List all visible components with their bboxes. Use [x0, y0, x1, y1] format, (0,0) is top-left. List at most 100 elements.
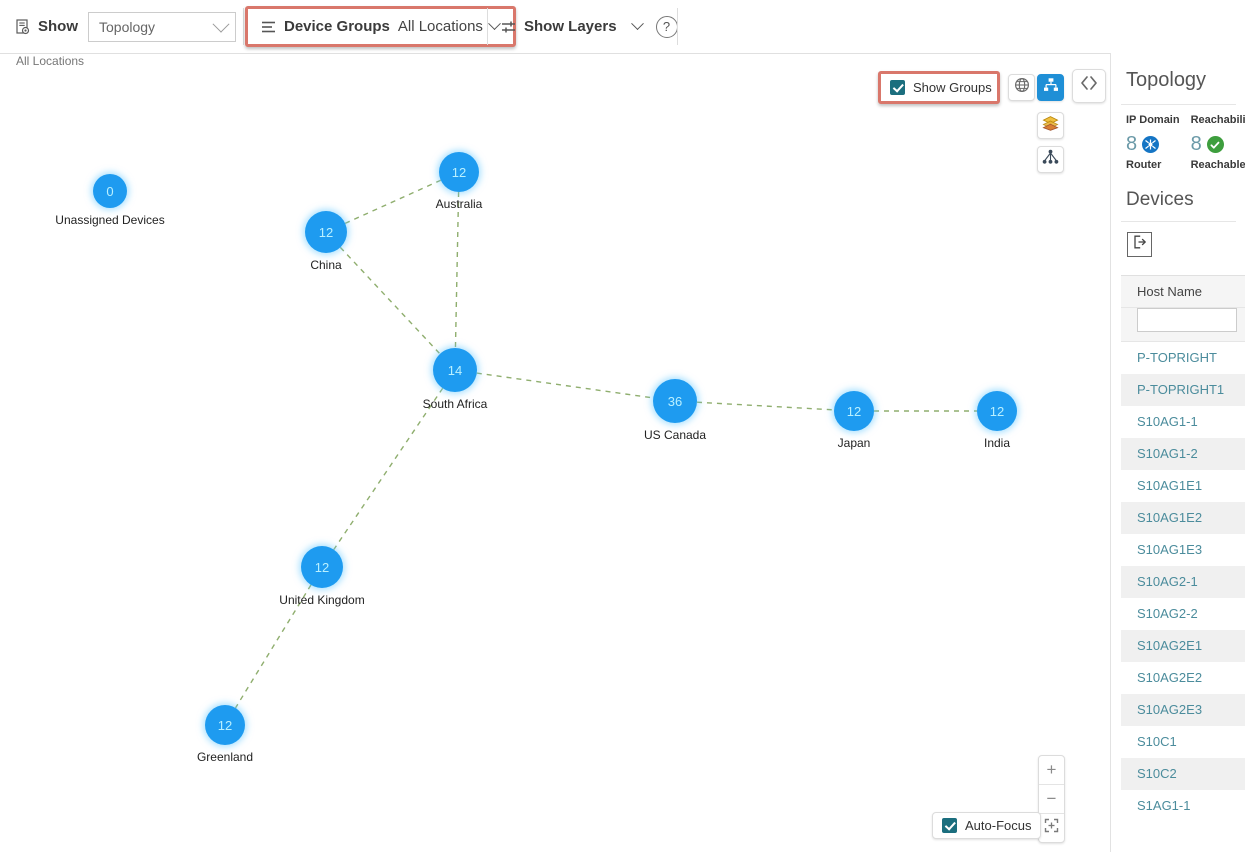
topology-node-china[interactable]: 12	[305, 211, 347, 253]
zoom-controls: + −	[1038, 755, 1065, 843]
node-label-india: India	[983, 436, 1011, 450]
topology-node-unassigned[interactable]: 0	[93, 174, 127, 208]
table-row[interactable]: S10C1	[1121, 726, 1245, 758]
host-name-filter-cell	[1121, 308, 1245, 342]
tree-topology-icon	[1042, 149, 1059, 170]
table-row[interactable]: S10AG1E1	[1121, 470, 1245, 502]
help-icon[interactable]: ?	[655, 15, 678, 38]
table-row[interactable]: S10AG2E3	[1121, 694, 1245, 726]
topology-canvas[interactable]: 0 Unassigned Devices 12 Australia 12 China 14 S…	[0, 72, 1109, 852]
layers-view-button[interactable]	[1037, 112, 1064, 139]
summary-reachability[interactable]: Reachability 8 Reachable	[1191, 114, 1245, 171]
topology-node-greenland[interactable]: 12	[205, 705, 245, 745]
node-label-uscanada: US Canada	[643, 428, 707, 442]
zoom-out-button[interactable]: −	[1039, 785, 1064, 814]
topology-link[interactable]	[339, 246, 441, 355]
device-groups-button[interactable]: Device Groups All Locations	[245, 6, 516, 47]
devices-title: Devices	[1126, 189, 1194, 210]
summary-header: Reachability	[1190, 114, 1245, 126]
auto-focus-checkbox[interactable]	[942, 818, 957, 833]
topology-link[interactable]	[696, 401, 835, 411]
auto-focus-toggle[interactable]: Auto-Focus	[932, 812, 1042, 839]
node-label-greenland: Greenland	[196, 750, 254, 764]
table-row[interactable]: S10AG1E2	[1121, 502, 1245, 534]
topology-links	[234, 179, 977, 709]
node-count: 12	[318, 224, 334, 240]
tree-view-button[interactable]	[1037, 146, 1064, 173]
summary-widgets: IP Domain 8 Router Reachabil 8 Reachable	[1111, 105, 1245, 175]
topology-node-uscanada[interactable]: 36	[653, 379, 697, 423]
topology-link[interactable]	[454, 191, 460, 349]
column-header-host-name[interactable]: Host Name	[1121, 276, 1245, 308]
topology-link[interactable]	[476, 372, 654, 399]
chevron-left-right-icon	[1078, 74, 1100, 98]
fit-to-screen-icon	[1044, 818, 1059, 838]
topology-link[interactable]	[333, 387, 444, 550]
topology-node-southafrica[interactable]: 14	[433, 348, 477, 392]
host-name-filter-input[interactable]	[1137, 308, 1237, 332]
node-count: 12	[989, 403, 1005, 419]
topology-page: Show Topology Device Groups All Location…	[0, 0, 1245, 852]
table-row[interactable]: S10AG1-1	[1121, 406, 1245, 438]
export-button[interactable]	[1127, 232, 1152, 257]
summary-ip-domain[interactable]: IP Domain 8 Router	[1126, 114, 1180, 171]
table-row[interactable]: S10AG2-1	[1121, 566, 1245, 598]
show-select[interactable]: Topology	[88, 11, 236, 42]
layers-stack-icon	[1042, 115, 1059, 136]
node-count: 12	[314, 559, 330, 575]
topology-node-uk[interactable]: 12	[301, 546, 343, 588]
table-row[interactable]: S10AG2E2	[1121, 662, 1245, 694]
list-lines-icon	[260, 18, 277, 35]
summary-sublabel: Reachable	[1190, 159, 1245, 171]
router-icon	[1142, 136, 1160, 153]
toolbar-divider-3	[677, 8, 678, 45]
panel-title: Topology	[1126, 69, 1207, 91]
chevron-down-icon[interactable]	[630, 17, 644, 31]
show-groups-toggle[interactable]: Show Groups	[878, 71, 1000, 104]
show-groups-checkbox[interactable]	[890, 80, 905, 95]
table-row[interactable]: S10AG2-2	[1121, 598, 1245, 630]
export-icon	[1132, 234, 1148, 255]
toolbar-divider-1	[243, 8, 244, 45]
devices-divider	[1121, 221, 1236, 222]
hierarchy-view-button[interactable]	[1037, 74, 1064, 101]
table-row[interactable]: P-TOPRIGHT1	[1121, 374, 1245, 406]
zoom-in-button[interactable]: +	[1039, 756, 1064, 785]
report-icon	[14, 18, 31, 35]
show-layers-label[interactable]: Show Layers	[524, 18, 617, 35]
device-groups-value: All Locations	[397, 18, 483, 35]
node-label-unassigned: Unassigned Devices	[55, 213, 165, 227]
node-label-australia: Australia	[435, 197, 483, 211]
sitemap-icon	[1043, 77, 1059, 98]
device-groups-label: Device Groups	[284, 18, 390, 35]
show-layers-group: Show Layers ?	[492, 0, 678, 53]
breadcrumb[interactable]: All Locations	[16, 53, 84, 70]
panel-collapse-toggle[interactable]	[1072, 69, 1106, 103]
table-row[interactable]: S10AG2E1	[1121, 630, 1245, 662]
show-select-value: Topology	[99, 18, 156, 35]
table-row[interactable]: S10AG1E3	[1121, 534, 1245, 566]
sliders-icon	[500, 18, 517, 35]
table-row[interactable]: S10C2	[1121, 758, 1245, 790]
summary-value: 8	[1190, 133, 1202, 155]
topology-link[interactable]	[344, 179, 442, 225]
node-count: 14	[447, 362, 463, 378]
show-label: Show	[38, 18, 78, 35]
summary-sublabel: Router	[1126, 159, 1162, 171]
right-panel: Topology IP Domain 8 Router Reachabil 8 …	[1110, 53, 1245, 852]
topology-node-japan[interactable]: 12	[834, 391, 874, 431]
toolbar-divider-2	[487, 8, 488, 45]
devices-table-body: P-TOPRIGHT P-TOPRIGHT1 S10AG1-1 S10AG1-2 S10…	[1121, 342, 1245, 822]
topology-node-india[interactable]: 12	[977, 391, 1017, 431]
table-row[interactable]: P-TOPRIGHT	[1121, 342, 1245, 374]
table-row[interactable]: S1AG1-1	[1121, 790, 1245, 822]
fit-to-screen-button[interactable]	[1039, 814, 1064, 842]
topology-node-australia[interactable]: 12	[439, 152, 479, 192]
show-groups-label: Show Groups	[913, 80, 992, 95]
node-count: 12	[217, 717, 233, 733]
auto-focus-label: Auto-Focus	[965, 818, 1032, 833]
devices-table: Host Name P-TOPRIGHT P-TOPRIGHT1 S10AG1-1 S…	[1121, 275, 1245, 822]
geo-map-view-button[interactable]	[1008, 74, 1035, 101]
node-count: 12	[451, 164, 467, 180]
table-row[interactable]: S10AG1-2	[1121, 438, 1245, 470]
